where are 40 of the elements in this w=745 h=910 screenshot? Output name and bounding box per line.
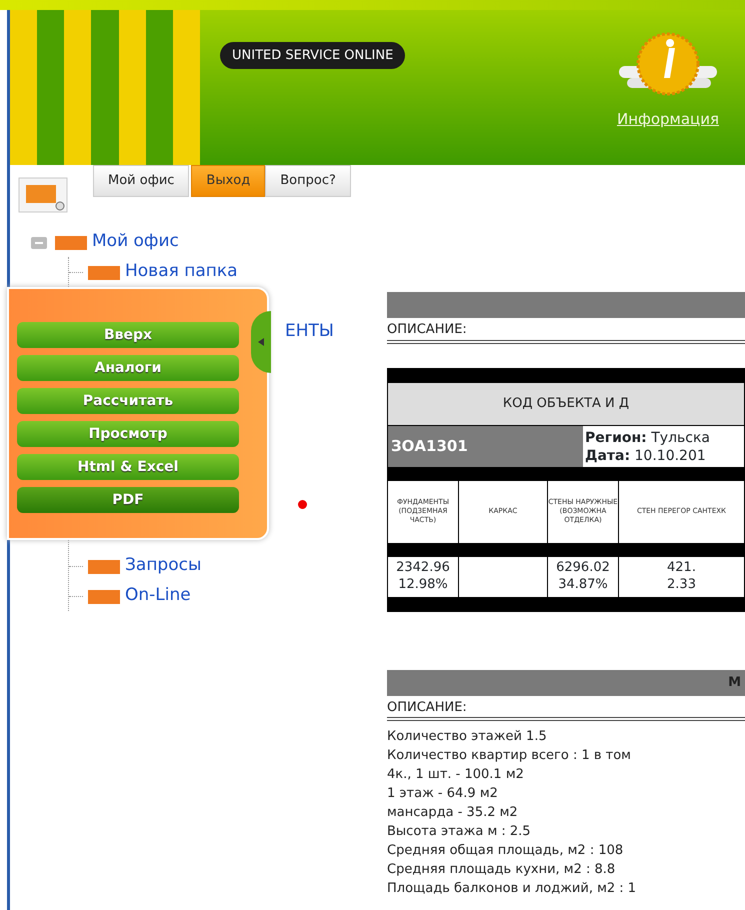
text-line: 1 этаж - 64.9 м2 — [387, 785, 499, 803]
cell-value: 6296.02 — [555, 558, 611, 576]
collapse-handle[interactable] — [251, 311, 271, 373]
table-caption: КОД ОБЪЕКТА И Д — [388, 382, 744, 424]
folder-icon — [88, 588, 120, 604]
text-line: Высота этажа м : 2.5 — [387, 823, 532, 841]
text-line: Средняя площадь кухни, м2 : 8.8 — [387, 861, 616, 879]
section-header-bar: М — [387, 670, 745, 696]
tab[interactable]: Вопрос? — [265, 165, 351, 196]
date-text: Дата: 10.10.201 — [585, 446, 707, 464]
tree-item[interactable]: Мой офис — [92, 229, 179, 255]
tree-item[interactable]: On-Line — [125, 583, 191, 609]
tab[interactable]: Мой офис — [93, 165, 190, 196]
site-logo: UNITED SERVICE ONLINE — [220, 42, 406, 69]
text-line: Средняя общая площадь, м2 : 108 — [387, 842, 624, 860]
folder-icon — [55, 234, 87, 250]
text-line: мансарда - 35.2 м2 — [387, 804, 519, 822]
tree-item[interactable]: Запросы — [125, 553, 202, 579]
folder-icon — [88, 264, 120, 280]
cell-value: 421. — [666, 558, 697, 576]
text-line: Площадь балконов и лоджий, м2 : 1 — [387, 880, 638, 898]
cell-value: 2.33 — [666, 576, 697, 592]
cell-value: 2342.96 — [395, 558, 451, 576]
caret-icon — [258, 338, 264, 346]
folder-icon — [88, 558, 120, 574]
object-code: ЗОА1301 — [388, 426, 583, 466]
tree-item[interactable]: ЕНТЫ — [285, 319, 334, 345]
text-line: Количество этажей 1.5 — [387, 728, 548, 746]
tree-item[interactable]: Новая папка — [125, 259, 238, 285]
folder-icon[interactable] — [18, 177, 68, 213]
description-label: ОПИСАНИЕ: — [387, 696, 745, 721]
text-line: 4к., 1 шт. - 100.1 м2 — [387, 766, 525, 784]
region-text: Регион: Тульска — [585, 428, 711, 446]
marker-dot — [298, 500, 307, 509]
tab[interactable]: Выход — [191, 165, 266, 196]
cell-value: 12.98% — [397, 576, 449, 592]
action-button[interactable]: PDF — [17, 487, 239, 513]
cell-value: 34.87% — [557, 576, 609, 592]
text-line: Количество квартир всего : 1 в том — [387, 747, 632, 765]
description-label: ОПИСАНИЕ: — [387, 318, 745, 344]
